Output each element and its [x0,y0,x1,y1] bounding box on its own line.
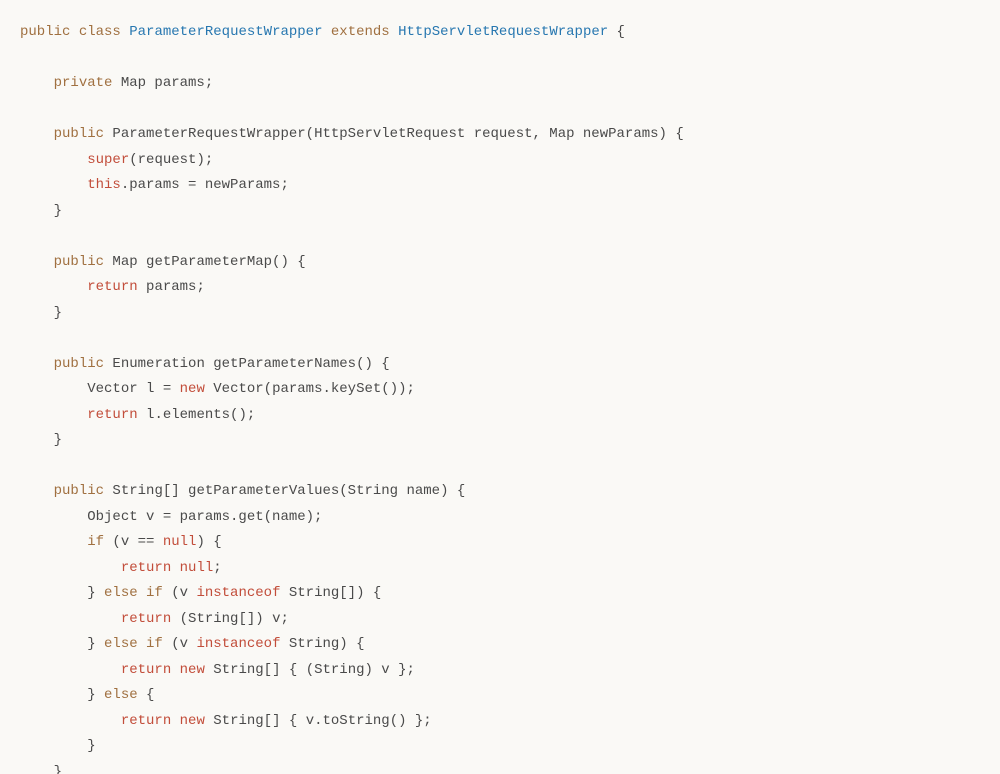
code-token-type: HttpServletRequestWrapper [398,24,608,40]
code-token-kw: public [54,254,104,270]
code-token-sup: new [180,713,205,729]
code-token-sup: super [87,152,129,168]
code-token-kw: public [20,24,70,40]
code-token-sup: return [121,611,171,627]
code-token-sup: this [87,177,121,193]
code-block: public class ParameterRequestWrapper ext… [0,0,1000,774]
code-token-kw: public [54,483,104,499]
code-token-kw: public [54,356,104,372]
code-token-sup: instanceof [196,636,280,652]
code-token-kw: private [54,75,113,91]
code-token-sup: return [121,713,171,729]
code-token-kw: else [104,636,138,652]
code-token-sup: new [180,381,205,397]
code-token-kw: if [146,636,163,652]
code-token-kw: class [79,24,121,40]
code-token-sup: new [180,662,205,678]
code-token-sup: null [180,560,214,576]
code-token-kw: public [54,126,104,142]
code-token-sup: return [121,560,171,576]
code-token-kw: if [146,585,163,601]
code-token-kw: else [104,687,138,703]
code-token-type: ParameterRequestWrapper [129,24,322,40]
code-token-sup: null [163,534,197,550]
code-token-sup: instanceof [196,585,280,601]
code-content: public class ParameterRequestWrapper ext… [20,24,684,774]
code-token-sup: return [121,662,171,678]
code-token-kw: extends [331,24,390,40]
code-token-kw: if [87,534,104,550]
code-token-kw: else [104,585,138,601]
code-token-sup: return [87,407,137,423]
code-token-sup: return [87,279,137,295]
